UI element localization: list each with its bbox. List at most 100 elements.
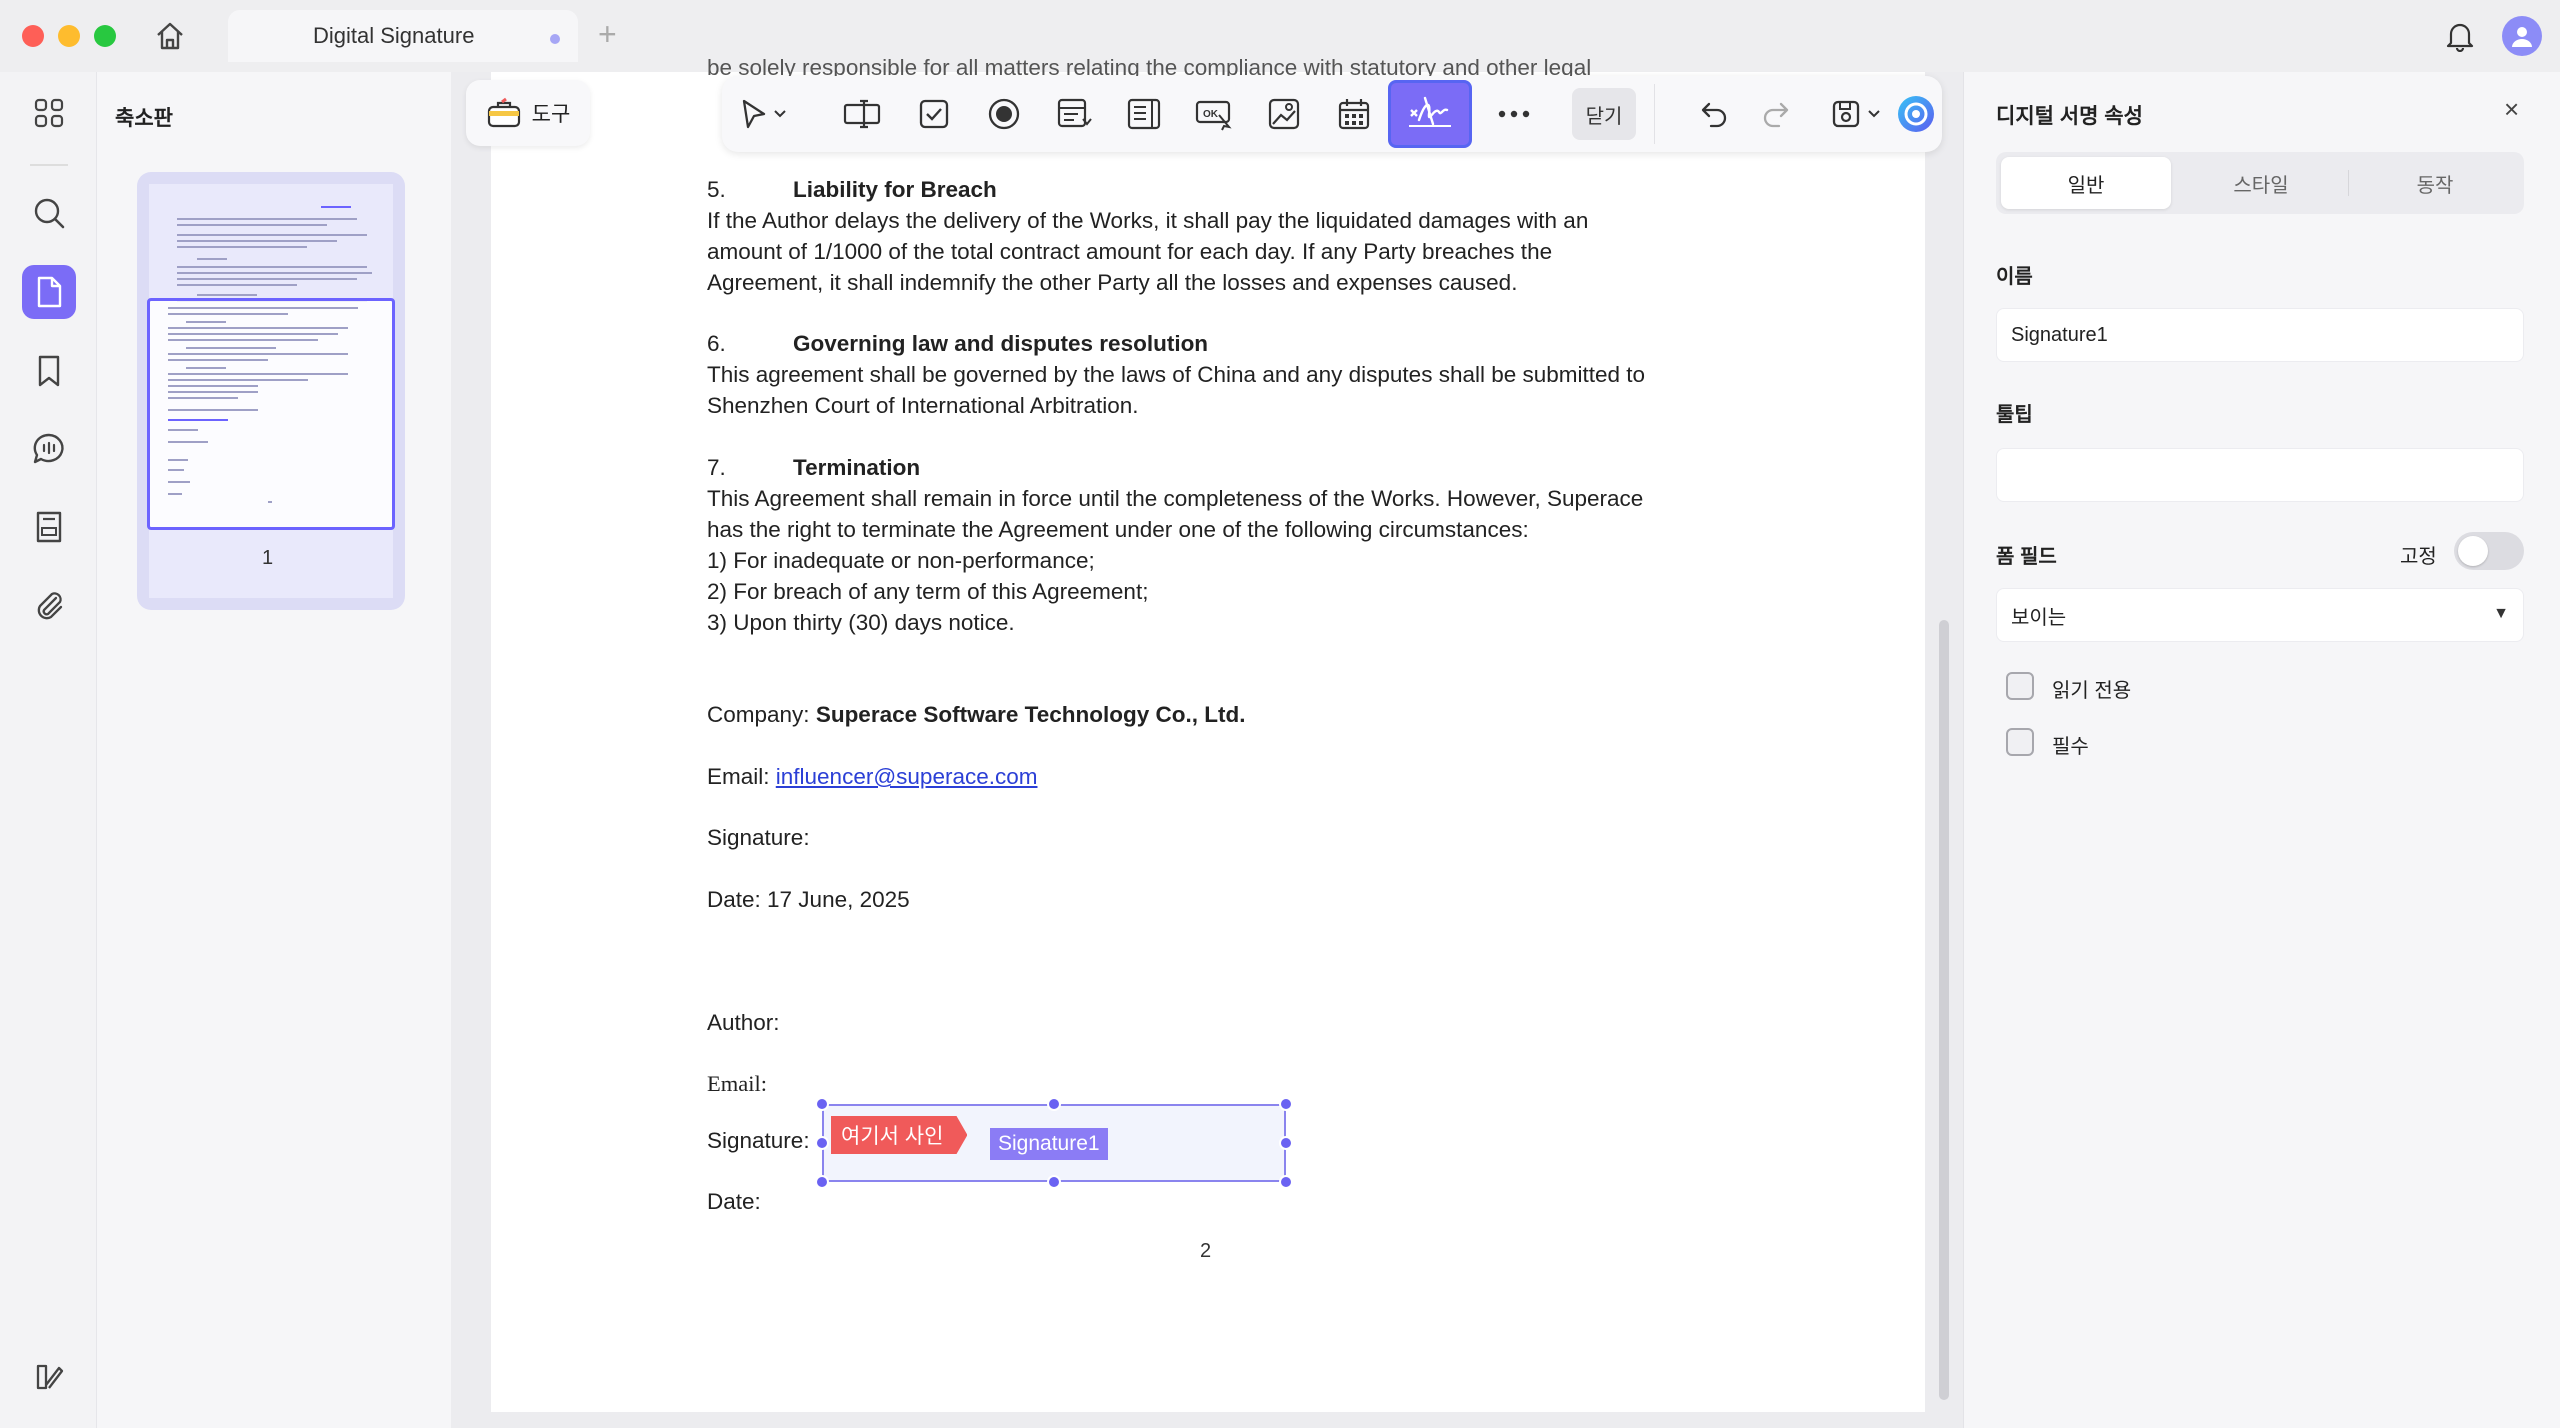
- tooltip-label: 툴팁: [1996, 404, 2033, 426]
- toolbar-divider: [1654, 84, 1655, 144]
- section-5-line-2: amount of 1/1000 of the total contract a…: [707, 239, 1553, 264]
- thumb-line: [168, 469, 184, 471]
- properties-tabs: 일반 스타일 동작: [1996, 152, 2524, 214]
- button-field-icon[interactable]: OK: [1192, 92, 1236, 136]
- resize-handle-se[interactable]: [1279, 1175, 1293, 1189]
- email-line: Email: influencer@superace.com: [707, 761, 1037, 792]
- author-date-label: Date:: [707, 1189, 761, 1214]
- window-minimize-button[interactable]: [58, 25, 80, 47]
- section-5-line-3: Agreement, it shall indemnify the other …: [707, 270, 1518, 295]
- left-rail: [0, 72, 96, 1428]
- tools-button[interactable]: 도구: [466, 80, 590, 146]
- thumb-line: [168, 493, 182, 495]
- page-thumbnail[interactable]: [137, 172, 405, 610]
- sign-here-flag[interactable]: 여기서 사인: [831, 1116, 968, 1154]
- section-7-title: Termination: [793, 455, 921, 480]
- section-6-line-2: Shenzhen Court of International Arbitrat…: [707, 393, 1139, 418]
- combo-box-icon[interactable]: [1052, 92, 1096, 136]
- tab-action[interactable]: 동작: [2350, 157, 2520, 209]
- rail-divider: [30, 164, 68, 166]
- image-field-icon[interactable]: [1262, 92, 1306, 136]
- bookmark-icon[interactable]: [22, 344, 76, 398]
- resize-handle-ne[interactable]: [1279, 1097, 1293, 1111]
- more-options-icon[interactable]: [1492, 92, 1536, 136]
- readonly-label: 읽기 전용: [2052, 680, 2132, 702]
- document-tab[interactable]: Digital Signature: [228, 10, 578, 62]
- thumb-line: [177, 246, 307, 248]
- list-box-icon[interactable]: [1122, 92, 1166, 136]
- bell-icon[interactable]: [2440, 16, 2480, 56]
- thumb-line: [168, 441, 208, 443]
- thumb-line: [168, 429, 198, 431]
- required-checkbox[interactable]: [2006, 728, 2034, 756]
- thumb-line: [168, 373, 348, 375]
- attachment-icon[interactable]: [22, 578, 76, 632]
- thumb-line: [168, 307, 358, 309]
- radio-button-icon[interactable]: [982, 92, 1026, 136]
- chevron-down-icon[interactable]: [768, 92, 792, 136]
- section-6-title: Governing law and disputes resolution: [793, 331, 1209, 356]
- new-tab-button[interactable]: +: [598, 16, 617, 53]
- section-7-line-5: 3) Upon thirty (30) days notice.: [707, 610, 1015, 635]
- checkbox-icon[interactable]: [912, 92, 956, 136]
- date-field-icon[interactable]: [1332, 92, 1376, 136]
- avatar[interactable]: [2502, 16, 2542, 56]
- apps-grid-icon[interactable]: [22, 86, 76, 140]
- tab-general[interactable]: 일반: [2001, 157, 2171, 209]
- thumb-line: [177, 224, 327, 226]
- thumb-line: [321, 206, 351, 208]
- undo-icon[interactable]: [1692, 92, 1736, 136]
- ai-assistant-icon[interactable]: [1894, 92, 1938, 136]
- unsaved-dot: [550, 34, 560, 44]
- close-form-mode-button[interactable]: 닫기: [1572, 88, 1636, 140]
- section-7-line-2: has the right to terminate the Agreement…: [707, 517, 1529, 542]
- section-7-line-1: This Agreement shall remain in force unt…: [707, 486, 1644, 511]
- readonly-checkbox[interactable]: [2006, 672, 2034, 700]
- thumb-line: [177, 284, 297, 286]
- text-field-icon[interactable]: [840, 92, 884, 136]
- search-icon[interactable]: [22, 186, 76, 240]
- thumb-line: [168, 459, 188, 461]
- window-close-button[interactable]: [22, 25, 44, 47]
- required-label: 필수: [2052, 736, 2089, 758]
- visibility-select[interactable]: 보이는 ▼: [1996, 588, 2524, 642]
- resize-handle-s[interactable]: [1047, 1175, 1061, 1189]
- home-icon[interactable]: [150, 18, 190, 54]
- thumb-line: [268, 501, 272, 503]
- lock-label: 고정: [2400, 546, 2437, 568]
- email-link[interactable]: influencer@superace.com: [776, 764, 1038, 789]
- close-panel-button[interactable]: ×: [2504, 94, 2519, 125]
- comment-icon[interactable]: [22, 422, 76, 476]
- redo-icon[interactable]: [1754, 92, 1798, 136]
- thumb-line: [177, 278, 357, 280]
- digital-signature-icon: [1409, 96, 1451, 127]
- dropdown-arrow-icon: ▼: [2493, 605, 2509, 622]
- company-line: Company: Superace Software Technology Co…: [707, 699, 1245, 730]
- resize-handle-n[interactable]: [1047, 1097, 1061, 1111]
- tab-title: Digital Signature: [313, 23, 475, 48]
- thumb-line: [168, 333, 338, 335]
- tab-style[interactable]: 스타일: [2176, 157, 2346, 209]
- form-fields-icon[interactable]: [22, 500, 76, 554]
- sidebar-toggle-icon[interactable]: [22, 1350, 76, 1404]
- resize-handle-nw[interactable]: [815, 1097, 829, 1111]
- section-7-line-3: 1) For inadequate or non-performance;: [707, 548, 1095, 573]
- thumb-line: [177, 266, 367, 268]
- thumbnail-page-number: 1: [262, 547, 274, 569]
- toggle-knob: [2458, 536, 2488, 566]
- resize-handle-w[interactable]: [815, 1136, 829, 1150]
- digital-signature-tool-button[interactable]: [1388, 80, 1472, 148]
- name-input[interactable]: Signature1: [1996, 308, 2524, 362]
- save-options-chevron-icon[interactable]: [1862, 92, 1886, 136]
- resize-handle-e[interactable]: [1279, 1136, 1293, 1150]
- section-6-line-1: This agreement shall be governed by the …: [707, 362, 1646, 387]
- tools-label: 도구: [531, 103, 571, 126]
- thumb-line: [168, 339, 318, 341]
- thumbnails-page-icon[interactable]: [22, 265, 76, 319]
- window-maximize-button[interactable]: [94, 25, 116, 47]
- tab-divider: [2348, 170, 2349, 196]
- tooltip-input[interactable]: [1996, 448, 2524, 502]
- resize-handle-sw[interactable]: [815, 1175, 829, 1189]
- vertical-scrollbar[interactable]: [1939, 620, 1949, 1400]
- lock-toggle[interactable]: [2454, 532, 2524, 570]
